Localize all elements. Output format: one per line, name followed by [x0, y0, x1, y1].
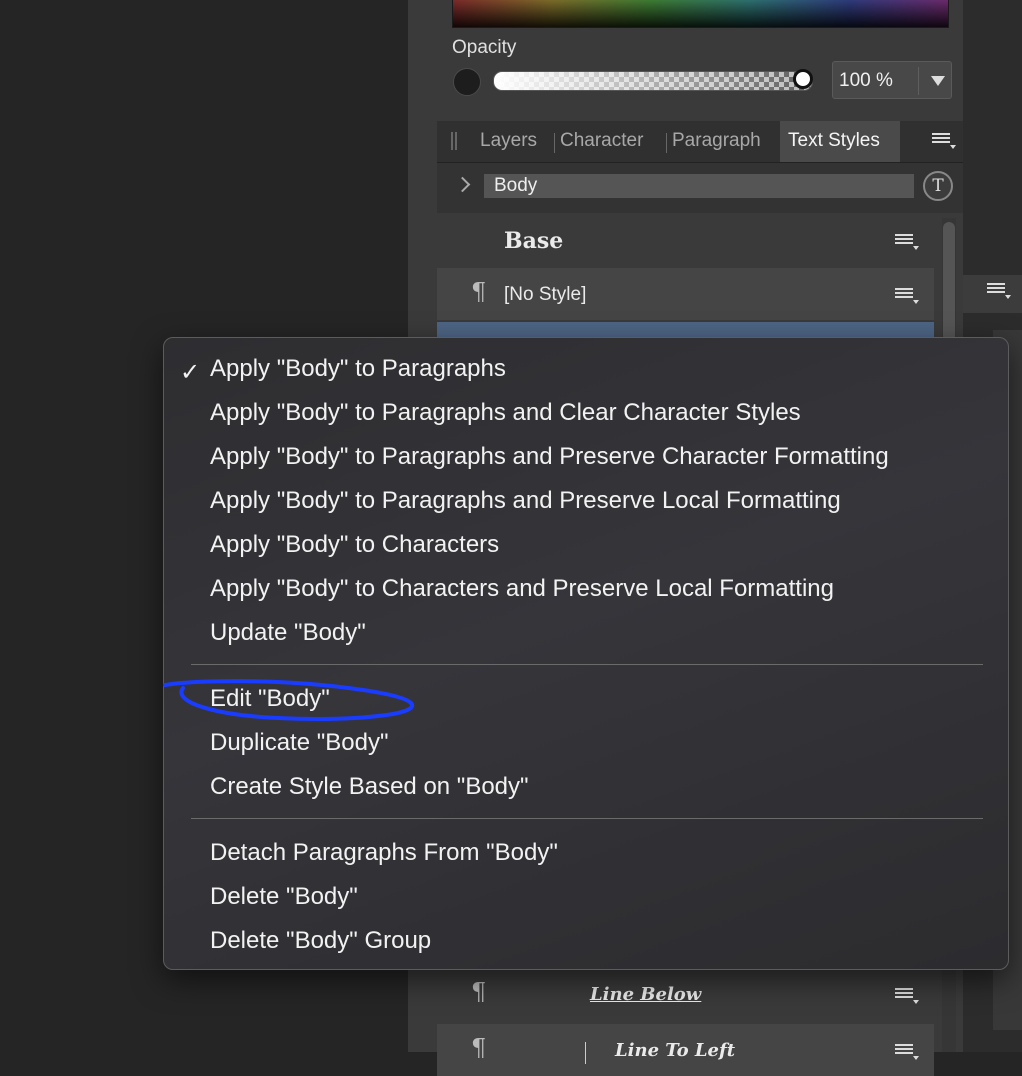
- paragraph-icon: ¶: [471, 978, 487, 1006]
- menu-item-delete-group[interactable]: Delete "Body" Group: [210, 927, 431, 955]
- menu-separator: [191, 664, 983, 665]
- tab-text-styles[interactable]: Text Styles: [780, 121, 900, 162]
- paragraph-icon: ¶: [471, 278, 487, 306]
- tab-separator: [554, 133, 555, 153]
- menu-item-delete[interactable]: Delete "Body": [210, 883, 358, 911]
- panel-tabbar: Layers Character Paragraph Text Styles: [437, 121, 963, 163]
- menu-item-edit[interactable]: Edit "Body": [210, 685, 330, 713]
- opacity-field[interactable]: 100 %: [832, 61, 952, 99]
- menu-item-detach[interactable]: Detach Paragraphs From "Body": [210, 839, 558, 867]
- style-name-field[interactable]: Body: [484, 174, 914, 198]
- color-spectrum[interactable]: [452, 0, 949, 28]
- list-scrollbar-thumb[interactable]: [943, 222, 955, 342]
- opacity-slider-knob[interactable]: [793, 69, 813, 89]
- menu-item-apply-preserve-character[interactable]: Apply "Body" to Paragraphs and Preserve …: [210, 443, 889, 471]
- style-selector-bar: Body T: [437, 163, 963, 213]
- opacity-slider[interactable]: [493, 71, 813, 91]
- tab-paragraph[interactable]: Paragraph: [672, 130, 761, 152]
- menu-item-apply-preserve-local[interactable]: Apply "Body" to Paragraphs and Preserve …: [210, 487, 841, 515]
- menu-item-apply-characters-preserve-local[interactable]: Apply "Body" to Characters and Preserve …: [210, 575, 834, 603]
- menu-item-apply-paragraphs[interactable]: Apply "Body" to Paragraphs: [210, 355, 506, 383]
- menu-item-update[interactable]: Update "Body": [210, 619, 366, 647]
- side-panel-menu-icon[interactable]: [987, 283, 1011, 299]
- rule-left-icon: [585, 1042, 586, 1064]
- list-item[interactable]: ¶ Line Below: [437, 968, 934, 1020]
- current-color-swatch[interactable]: [453, 68, 481, 96]
- opacity-label: Opacity: [452, 37, 517, 58]
- side-panel-header: [963, 275, 1022, 313]
- tab-character[interactable]: Character: [560, 130, 643, 152]
- style-label: Line To Left: [615, 1040, 736, 1061]
- menu-item-duplicate[interactable]: Duplicate "Body": [210, 729, 388, 757]
- row-menu-icon[interactable]: [895, 288, 919, 304]
- grip-handle-icon[interactable]: [451, 132, 457, 150]
- menu-item-create-based-on[interactable]: Create Style Based on "Body": [210, 773, 529, 801]
- opacity-value[interactable]: 100 %: [839, 70, 893, 92]
- list-item[interactable]: ¶ Line To Left: [437, 1024, 934, 1076]
- style-label: Line Below: [590, 984, 702, 1005]
- paragraph-icon: ¶: [471, 1034, 487, 1062]
- tab-separator: [666, 133, 667, 153]
- tab-layers[interactable]: Layers: [480, 130, 537, 152]
- menu-item-apply-characters[interactable]: Apply "Body" to Characters: [210, 531, 499, 559]
- chevron-down-icon[interactable]: [931, 76, 945, 86]
- list-item[interactable]: Base: [437, 214, 934, 266]
- opacity-field-divider: [918, 67, 919, 95]
- checkmark-icon: ✓: [180, 359, 201, 386]
- chevron-right-icon[interactable]: [454, 176, 471, 193]
- menu-item-apply-clear-character[interactable]: Apply "Body" to Paragraphs and Clear Cha…: [210, 399, 801, 427]
- list-item[interactable]: ¶ [No Style]: [437, 268, 934, 320]
- style-label: [No Style]: [504, 284, 587, 305]
- context-menu: ✓ Apply "Body" to Paragraphs Apply "Body…: [163, 337, 1009, 970]
- row-menu-icon[interactable]: [895, 234, 919, 250]
- panel-menu-icon[interactable]: [932, 133, 956, 149]
- style-label: Base: [504, 228, 564, 254]
- row-menu-icon[interactable]: [895, 1044, 919, 1060]
- type-icon[interactable]: T: [923, 171, 953, 201]
- row-menu-icon[interactable]: [895, 988, 919, 1004]
- menu-separator: [191, 818, 983, 819]
